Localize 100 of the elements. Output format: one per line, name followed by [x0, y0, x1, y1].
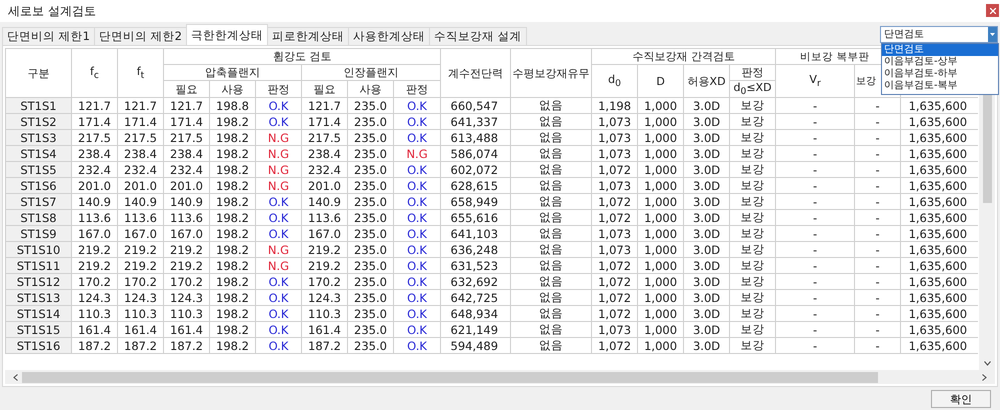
table-cell: 1,000 [638, 146, 684, 162]
table-cell: 201.0 [72, 178, 118, 194]
table-cell: 1,072 [592, 194, 638, 210]
table-cell: 198.2 [210, 210, 256, 226]
table-cell: 217.5 [72, 130, 118, 146]
table-cell: 없음 [510, 162, 592, 178]
table-cell: 보강 [730, 306, 776, 322]
table-cell: 1,000 [638, 98, 684, 114]
judgement-cell: O.K [256, 226, 302, 242]
table-cell: 198.2 [210, 290, 256, 306]
table-cell: 235.0 [348, 226, 394, 242]
table-cell: - [776, 130, 855, 146]
table-cell: 3.0D [684, 290, 730, 306]
table-cell: 보강 [730, 114, 776, 130]
tab[interactable]: 단면비의 제한2 [94, 27, 187, 45]
row-header: ST1S2 [6, 114, 72, 130]
table-cell: 3.0D [684, 146, 730, 162]
table-cell: 235.0 [348, 98, 394, 114]
judgement-cell: O.K [256, 194, 302, 210]
table-cell: 124.3 [302, 290, 348, 306]
table-cell: 없음 [510, 178, 592, 194]
table-cell: 198.2 [210, 338, 256, 354]
table-cell: 198.2 [210, 130, 256, 146]
dropdown-option[interactable]: 단면검토 [882, 44, 998, 56]
tab[interactable]: 단면비의 제한1 [2, 27, 95, 45]
table-cell: 113.6 [164, 210, 210, 226]
table-cell: 198.2 [210, 226, 256, 242]
ok-button[interactable]: 확인 [931, 390, 991, 408]
table-cell: 1,073 [592, 242, 638, 258]
horizontal-scrollbar[interactable] [5, 370, 995, 384]
table-cell: 167.0 [302, 226, 348, 242]
table-cell: 219.2 [164, 258, 210, 274]
table-cell: 594,489 [440, 338, 511, 354]
table-cell: 631,523 [440, 258, 511, 274]
table-cell: 198.2 [210, 146, 256, 162]
table-cell: 3.0D [684, 194, 730, 210]
table-cell: - [776, 114, 855, 130]
table-cell: 198.2 [210, 322, 256, 338]
table-cell: - [854, 210, 901, 226]
tab[interactable]: 수직보강재 설계 [428, 27, 527, 45]
judgement-cell: O.K [394, 130, 441, 146]
table-cell: 238.4 [72, 146, 118, 162]
table-cell: - [776, 322, 855, 338]
judgement-cell: O.K [394, 210, 441, 226]
table-cell: 167.0 [72, 226, 118, 242]
table-cell: 170.2 [72, 274, 118, 290]
table-cell: 없음 [510, 114, 592, 130]
judgement-cell: O.K [256, 338, 302, 354]
judgement-cell: O.K [394, 194, 441, 210]
table-cell: 1,000 [638, 178, 684, 194]
row-header: ST1S7 [6, 194, 72, 210]
tab[interactable]: 극한한계상태 [186, 24, 268, 45]
row-header: ST1S6 [6, 178, 72, 194]
scroll-down-icon[interactable] [984, 361, 991, 366]
scroll-left-icon[interactable] [13, 374, 18, 380]
table-cell: - [776, 194, 855, 210]
judgement-cell: O.K [394, 306, 441, 322]
column-header: 압축플랜지 [164, 64, 302, 80]
table-cell: 235.0 [348, 242, 394, 258]
table-cell: 161.4 [118, 322, 164, 338]
table-cell: 보강 [730, 274, 776, 290]
column-header: f$_{t}$ [118, 48, 164, 98]
table-cell: - [854, 322, 901, 338]
table-cell: - [776, 162, 855, 178]
column-header: 계수전단력 [440, 48, 511, 98]
scrollbar-thumb[interactable] [22, 372, 878, 382]
judgement-cell: N.G [256, 178, 302, 194]
table-cell: 없음 [510, 306, 592, 322]
table-cell: 없음 [510, 194, 592, 210]
table-cell: 110.3 [72, 306, 118, 322]
close-button[interactable] [986, 4, 999, 17]
table-cell: 187.2 [302, 338, 348, 354]
tab[interactable]: 피로한계상태 [266, 27, 349, 45]
table-cell: - [776, 242, 855, 258]
table-cell: 187.2 [164, 338, 210, 354]
table-cell: 1,072 [592, 258, 638, 274]
judgement-cell: O.K [256, 306, 302, 322]
table-cell: 219.2 [302, 242, 348, 258]
judgement-cell: O.K [256, 290, 302, 306]
table-cell: 187.2 [72, 338, 118, 354]
table-cell: - [854, 146, 901, 162]
judgement-cell: O.K [394, 274, 441, 290]
table-cell: 232.4 [164, 162, 210, 178]
table-cell: 613,488 [440, 130, 511, 146]
table-cell: 121.7 [72, 98, 118, 114]
table-cell: 1,000 [638, 306, 684, 322]
table-cell: 1,073 [592, 178, 638, 194]
dropdown[interactable]: 단면검토 [880, 26, 998, 43]
row-header: ST1S14 [6, 306, 72, 322]
table-cell: 3.0D [684, 322, 730, 338]
table-cell: 217.5 [302, 130, 348, 146]
table-cell: 1,072 [592, 210, 638, 226]
scroll-right-icon[interactable] [982, 374, 987, 380]
table-cell: 235.0 [348, 114, 394, 130]
table-cell: 보강 [730, 178, 776, 194]
tab[interactable]: 사용한계상태 [348, 27, 430, 45]
table-cell: 3.0D [684, 178, 730, 194]
table-cell: 198.2 [210, 178, 256, 194]
table-cell: 1,000 [638, 162, 684, 178]
table-cell: - [854, 226, 901, 242]
